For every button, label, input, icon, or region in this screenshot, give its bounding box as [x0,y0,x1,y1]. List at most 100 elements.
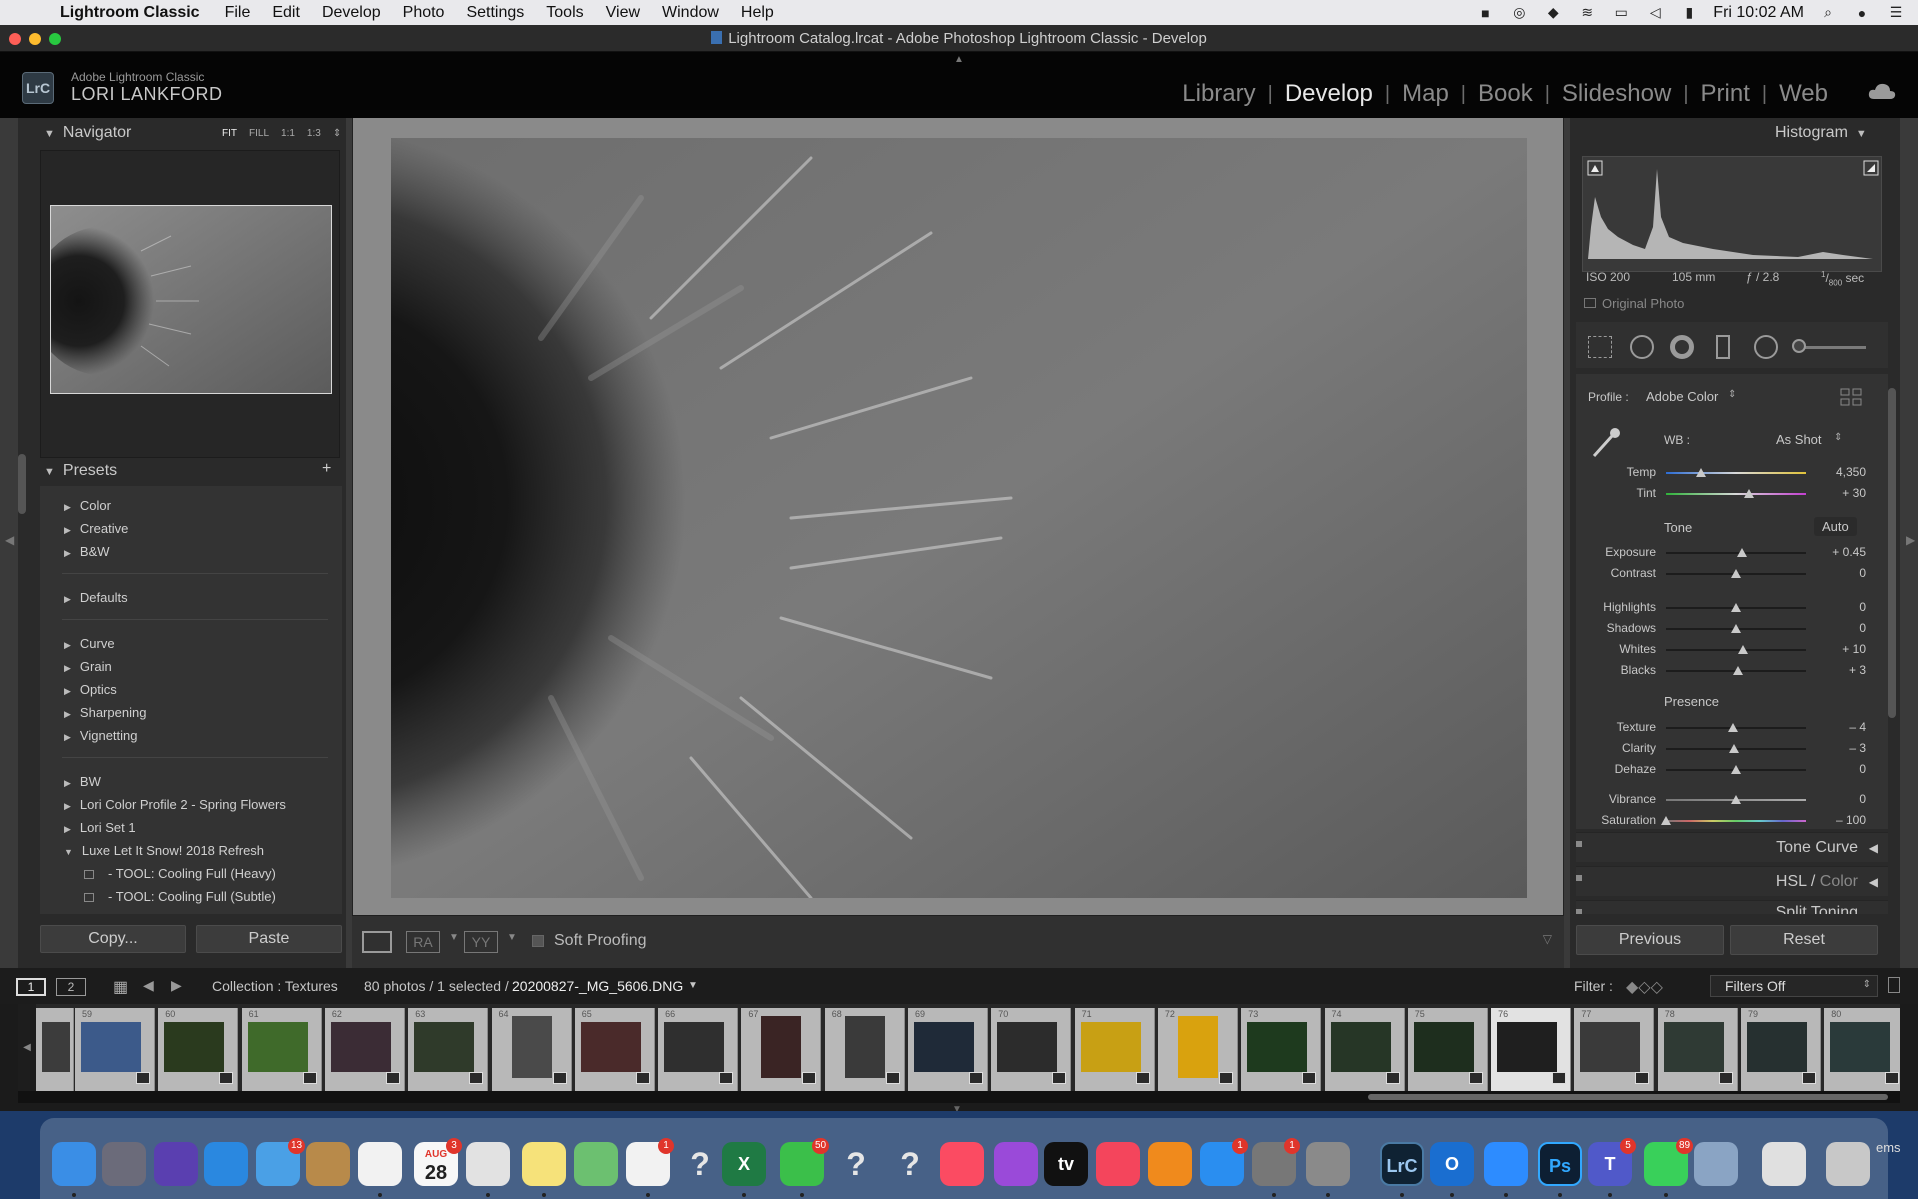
slider-value-shadows[interactable]: 0 [1826,621,1866,635]
filmstrip-cell-partial[interactable] [36,1008,74,1091]
menu-photo[interactable]: Photo [392,4,456,22]
module-develop[interactable]: Develop [1273,80,1385,108]
filmstrip-cell[interactable]: 60 [158,1008,239,1091]
grid-view-icon[interactable]: ▦ [113,977,128,997]
slider-value-saturation[interactable]: – 100 [1826,813,1866,827]
main-photo[interactable] [391,138,1527,898]
preset-group-optics[interactable]: ▶ Optics [64,682,117,697]
music-icon[interactable] [940,1142,984,1186]
contacts-icon[interactable] [306,1142,350,1186]
preset-group-lori-color-profile[interactable]: ▶ Lori Color Profile 2 - Spring Flowers [64,797,286,812]
tone-curve-panel-header[interactable]: Tone Curve ◀ [1576,832,1888,862]
profile-stepper-icon[interactable]: ⇕ [1728,389,1736,400]
color-tab[interactable]: Color [1820,873,1858,890]
slider-handle-blacks[interactable] [1733,666,1744,675]
filmstrip-cell[interactable]: 73 [1241,1008,1322,1091]
preset-group-creative[interactable]: ▶ Creative [64,521,128,536]
wifi-icon[interactable]: ≋ [1577,4,1597,21]
safari-icon[interactable] [204,1142,248,1186]
lightroom-classic-icon[interactable]: LrC [1380,1142,1424,1186]
menu-app-name[interactable]: Lightroom Classic [52,4,214,22]
menu-help[interactable]: Help [730,4,785,22]
histogram-header[interactable]: Histogram ▼ [1775,124,1875,142]
preset-group-bw[interactable]: ▶ B&W [64,544,110,559]
back-arrow-icon[interactable]: ◀ [143,977,154,994]
slider-value-texture[interactable]: – 4 [1826,720,1866,734]
slider-handle-whites[interactable] [1738,645,1748,654]
news-icon[interactable] [1096,1142,1140,1186]
preset-tool-cooling-subtle[interactable]: - TOOL: Cooling Full (Subtle) [84,889,276,904]
radial-filter-icon[interactable] [1754,335,1778,359]
filmstrip-scroll-left-icon[interactable]: ◀ [18,1004,36,1091]
slider-handle-dehaze[interactable] [1731,765,1741,774]
zoom-fit[interactable]: FIT [222,128,237,139]
slider-value-blacks[interactable]: + 3 [1826,663,1866,677]
loupe-view-icon[interactable] [362,931,392,953]
module-web[interactable]: Web [1767,80,1840,108]
filter-lock-icon[interactable] [1888,977,1900,993]
slider-handle-exposure[interactable] [1736,548,1747,557]
photoshop-icon[interactable]: Ps [1538,1142,1582,1186]
right-panel-toggle-icon[interactable]: ▶ [1906,533,1915,547]
filmstrip-cell[interactable]: 70 [991,1008,1072,1091]
slider-value-highlights[interactable]: 0 [1826,600,1866,614]
filter-dropdown[interactable]: Filters Off ⇕ [1710,975,1878,997]
red-eye-tool-icon[interactable] [1670,335,1694,359]
panel-toggle-switch[interactable] [1576,841,1582,847]
secondary-window-button[interactable]: 2 [56,978,86,996]
preset-tool-cooling-heavy[interactable]: - TOOL: Cooling Full (Heavy) [84,866,276,881]
preset-group-sharpening[interactable]: ▶ Sharpening [64,705,146,720]
backup-icon[interactable]: ◆ [1543,4,1563,21]
panel-toggle-switch[interactable] [1576,875,1582,881]
forward-arrow-icon[interactable]: ▶ [171,977,182,994]
hsl-tab[interactable]: HSL [1776,873,1807,890]
filmstrip-cell[interactable]: 59 [75,1008,155,1091]
preset-group-curve[interactable]: ▶ Curve [64,636,115,651]
books-icon[interactable] [1148,1142,1192,1186]
paste-button[interactable]: Paste [196,925,342,953]
slider-value-dehaze[interactable]: 0 [1826,762,1866,776]
left-panel-scrollbar[interactable] [18,454,26,514]
clock[interactable]: Fri 10:02 AM [1713,4,1804,22]
toolbar-menu-icon[interactable]: ▽ [1543,932,1552,946]
trash-icon[interactable] [1826,1142,1870,1186]
slider-handle-clarity[interactable] [1728,744,1739,753]
filmstrip-cell[interactable]: 67 [741,1008,822,1091]
finder-icon[interactable] [52,1142,96,1186]
add-preset-icon[interactable]: + [322,460,331,478]
filmstrip-cell[interactable]: 63 [408,1008,489,1091]
slider-handle-vibrance[interactable] [1731,795,1741,804]
siri-icon[interactable] [154,1142,198,1186]
before-after-left-right-icon[interactable]: RA [406,931,440,953]
menu-window[interactable]: Window [651,4,730,22]
cloud-sync-icon[interactable] [1868,82,1896,100]
preset-group-lori-set-1[interactable]: ▶ Lori Set 1 [64,820,136,835]
filmstrip-cell[interactable]: 65 [574,1008,655,1091]
filmstrip-cell[interactable]: 79 [1741,1008,1821,1091]
slider-track-whites[interactable] [1666,649,1806,651]
podcasts-icon[interactable] [994,1142,1038,1186]
menu-view[interactable]: View [595,4,651,22]
wb-dropdown[interactable]: As Shot [1776,432,1822,447]
chrome-icon[interactable] [466,1142,510,1186]
reminders-icon[interactable] [358,1142,402,1186]
previous-button[interactable]: Previous [1576,925,1724,955]
flag-filter-icons[interactable]: ◆◇◇ [1626,977,1663,997]
slider-handle-contrast[interactable] [1731,569,1741,578]
adjustment-brush-icon[interactable] [1796,346,1866,349]
slider-track-tint[interactable] [1666,493,1806,495]
split-toning-panel-header[interactable]: Split Toning [1576,900,1888,914]
copy-button[interactable]: Copy... [40,925,186,953]
menu-file[interactable]: File [214,4,262,22]
slider-value-exposure[interactable]: + 0.45 [1826,545,1866,559]
navigator-thumbnail[interactable] [50,205,332,394]
menu-settings[interactable]: Settings [455,4,535,22]
panel-toggle-switch[interactable] [1576,909,1582,914]
filmstrip-cell[interactable]: 61 [241,1008,322,1091]
image-capture-icon[interactable] [1306,1142,1350,1186]
module-slideshow[interactable]: Slideshow [1550,80,1683,108]
menu-edit[interactable]: Edit [261,4,311,22]
module-print[interactable]: Print [1689,80,1762,108]
graduated-filter-icon[interactable] [1716,335,1730,359]
preset-group-defaults[interactable]: ▶ Defaults [64,590,128,605]
